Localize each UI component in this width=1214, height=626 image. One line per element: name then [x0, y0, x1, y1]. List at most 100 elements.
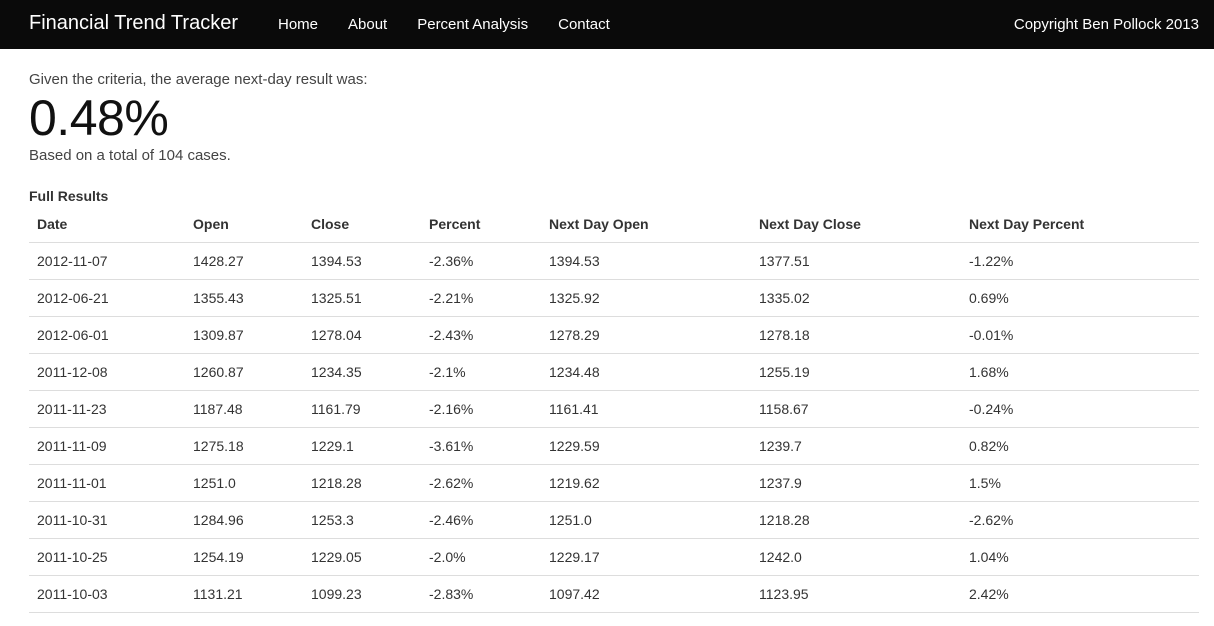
date-cell: 2011-11-01 — [29, 464, 185, 502]
next-day-percent-cell: -1.22% — [961, 242, 1199, 280]
nav-item-home: Home — [263, 0, 333, 49]
next-day-open-cell: 1219.62 — [541, 464, 751, 502]
percent-cell: -2.83% — [421, 575, 541, 613]
next-day-close-cell: 1242.0 — [751, 538, 961, 576]
next-day-open-cell: 1325.92 — [541, 279, 751, 317]
column-header-close: Close — [303, 206, 421, 243]
percent-cell: -2.16% — [421, 390, 541, 428]
date-cell: 2011-10-25 — [29, 538, 185, 576]
next-day-percent-cell: -2.62% — [961, 501, 1199, 539]
copyright-text: Copyright Ben Pollock 2013 — [1013, 16, 1199, 33]
percent-cell: -3.61% — [421, 427, 541, 465]
nav-link-percent-analysis[interactable]: Percent Analysis — [417, 16, 528, 33]
cases-count-text: Based on a total of 104 cases. — [29, 147, 231, 164]
next-day-close-cell: 1123.95 — [751, 575, 961, 613]
top-navbar: Financial Trend Tracker Home About Perce… — [0, 0, 1214, 49]
table-row: 2011-10-25 1254.19 1229.05 -2.0% 1229.17 1242… — [29, 538, 1199, 576]
open-cell: 1309.87 — [185, 316, 303, 354]
table-row: 2011-10-03 1131.21 1099.23 -2.83% 1097.42 112… — [29, 575, 1199, 613]
close-cell: 1099.23 — [303, 575, 421, 613]
next-day-percent-cell: -0.01% — [961, 316, 1199, 354]
next-day-percent-cell: -0.24% — [961, 390, 1199, 428]
table-row: 2011-11-09 1275.18 1229.1 -3.61% 1229.59 1239… — [29, 427, 1199, 465]
average-result-value: 0.48% — [29, 90, 169, 146]
next-day-close-cell: 1255.19 — [751, 353, 961, 391]
percent-cell: -2.62% — [421, 464, 541, 502]
table-row: 2012-06-21 1355.43 1325.51 -2.21% 1325.92 133… — [29, 279, 1199, 317]
open-cell: 1131.21 — [185, 575, 303, 613]
next-day-percent-cell: 0.82% — [961, 427, 1199, 465]
next-day-open-cell: 1251.0 — [541, 501, 751, 539]
close-cell: 1394.53 — [303, 242, 421, 280]
percent-cell: -2.36% — [421, 242, 541, 280]
next-day-open-cell: 1097.42 — [541, 575, 751, 613]
table-row: 2012-06-01 1309.87 1278.04 -2.43% 1278.29 127… — [29, 316, 1199, 354]
open-cell: 1284.96 — [185, 501, 303, 539]
column-header-open: Open — [185, 206, 303, 243]
date-cell: 2011-10-31 — [29, 501, 185, 539]
results-table: Date Open Close Percent Next Day Open Ne… — [29, 206, 1199, 613]
next-day-percent-cell: 1.68% — [961, 353, 1199, 391]
open-cell: 1187.48 — [185, 390, 303, 428]
nav-item-percent-analysis: Percent Analysis — [402, 0, 543, 49]
next-day-open-cell: 1394.53 — [541, 242, 751, 280]
results-table-header: Date Open Close Percent Next Day Open Ne… — [29, 206, 1199, 243]
open-cell: 1251.0 — [185, 464, 303, 502]
date-cell: 2011-10-03 — [29, 575, 185, 613]
close-cell: 1218.28 — [303, 464, 421, 502]
nav-link-contact[interactable]: Contact — [558, 16, 610, 33]
next-day-close-cell: 1218.28 — [751, 501, 961, 539]
next-day-percent-cell: 1.5% — [961, 464, 1199, 502]
percent-cell: -2.43% — [421, 316, 541, 354]
column-header-date: Date — [29, 206, 185, 243]
next-day-percent-cell: 0.69% — [961, 279, 1199, 317]
table-row: 2012-11-07 1428.27 1394.53 -2.36% 1394.53 137… — [29, 242, 1199, 280]
next-day-open-cell: 1234.48 — [541, 353, 751, 391]
close-cell: 1234.35 — [303, 353, 421, 391]
close-cell: 1278.04 — [303, 316, 421, 354]
criteria-text: Given the criteria, the average next-day… — [29, 71, 368, 88]
column-header-next-day-close: Next Day Close — [751, 206, 961, 243]
column-header-percent: Percent — [421, 206, 541, 243]
next-day-open-cell: 1229.59 — [541, 427, 751, 465]
next-day-open-cell: 1278.29 — [541, 316, 751, 354]
open-cell: 1275.18 — [185, 427, 303, 465]
percent-cell: -2.46% — [421, 501, 541, 539]
next-day-close-cell: 1377.51 — [751, 242, 961, 280]
table-row: 2011-10-31 1284.96 1253.3 -2.46% 1251.0 1218.… — [29, 501, 1199, 539]
open-cell: 1260.87 — [185, 353, 303, 391]
next-day-close-cell: 1237.9 — [751, 464, 961, 502]
close-cell: 1325.51 — [303, 279, 421, 317]
nav-links: Home About Percent Analysis Contact — [263, 0, 625, 49]
next-day-open-cell: 1161.41 — [541, 390, 751, 428]
nav-item-contact: Contact — [543, 0, 625, 49]
date-cell: 2011-11-09 — [29, 427, 185, 465]
date-cell: 2011-11-23 — [29, 390, 185, 428]
column-header-next-day-percent: Next Day Percent — [961, 206, 1199, 243]
close-cell: 1253.3 — [303, 501, 421, 539]
percent-cell: -2.21% — [421, 279, 541, 317]
next-day-open-cell: 1229.17 — [541, 538, 751, 576]
full-results-heading: Full Results — [29, 188, 109, 204]
next-day-percent-cell: 2.42% — [961, 575, 1199, 613]
results-table-body: 2012-11-07 1428.27 1394.53 -2.36% 1394.53 137… — [29, 242, 1199, 613]
brand-link[interactable]: Financial Trend Tracker — [29, 11, 238, 35]
open-cell: 1254.19 — [185, 538, 303, 576]
open-cell: 1355.43 — [185, 279, 303, 317]
header-row: Date Open Close Percent Next Day Open Ne… — [29, 206, 1199, 243]
date-cell: 2011-12-08 — [29, 353, 185, 391]
table-row: 2011-11-01 1251.0 1218.28 -2.62% 1219.62 1237… — [29, 464, 1199, 502]
percent-cell: -2.0% — [421, 538, 541, 576]
table-row: 2011-11-23 1187.48 1161.79 -2.16% 1161.41 115… — [29, 390, 1199, 428]
open-cell: 1428.27 — [185, 242, 303, 280]
next-day-close-cell: 1239.7 — [751, 427, 961, 465]
main-content: Given the criteria, the average next-day… — [29, 49, 1199, 613]
close-cell: 1161.79 — [303, 390, 421, 428]
nav-item-about: About — [333, 0, 402, 49]
nav-link-about[interactable]: About — [348, 16, 387, 33]
close-cell: 1229.05 — [303, 538, 421, 576]
date-cell: 2012-11-07 — [29, 242, 185, 280]
nav-link-home[interactable]: Home — [278, 16, 318, 33]
next-day-percent-cell: 1.04% — [961, 538, 1199, 576]
table-row: 2011-12-08 1260.87 1234.35 -2.1% 1234.48 1255… — [29, 353, 1199, 391]
